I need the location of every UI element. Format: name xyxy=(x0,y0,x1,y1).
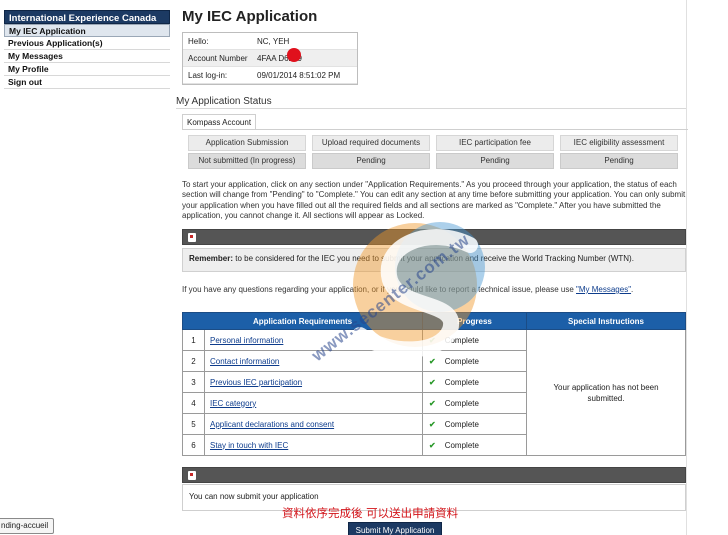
tab-underline xyxy=(182,129,688,130)
remember-header-bar xyxy=(182,229,686,245)
row-number: 5 xyxy=(182,413,205,435)
account-number-value: 4FAA D6249 xyxy=(257,53,302,63)
step-name: Upload required documents xyxy=(312,135,430,151)
redaction-dot xyxy=(287,48,301,62)
remember-notice: Remember: to be considered for the IEC y… xyxy=(182,248,686,272)
page-title: My IEC Application xyxy=(182,8,318,25)
last-login-label: Last log-in: xyxy=(188,70,228,80)
col-header-special: Special Instructions xyxy=(526,312,686,330)
instructions-text: To start your application, click on any … xyxy=(182,180,686,221)
checkmark-icon: ✔ xyxy=(429,440,436,450)
sidebar-item-sign-out[interactable]: Sign out xyxy=(4,76,170,89)
step-name: IEC participation fee xyxy=(436,135,554,151)
step-upload-documents: Upload required documents Pending xyxy=(312,135,430,169)
hello-row: Hello: NC, YEH xyxy=(183,33,357,50)
sidebar-item-previous-applications[interactable]: Previous Application(s) xyxy=(4,37,170,50)
hello-label: Hello: xyxy=(188,36,209,46)
progress-cell: ✔ Complete xyxy=(422,371,527,393)
flag-icon xyxy=(188,233,196,242)
requirement-link-previous-iec-participation[interactable]: Previous IEC participation xyxy=(210,378,302,387)
requirement-link-applicant-declarations[interactable]: Applicant declarations and consent xyxy=(210,420,334,429)
checkmark-icon: ✔ xyxy=(429,356,436,366)
last-login-value: 09/01/2014 8:51:02 PM xyxy=(257,70,341,80)
application-status-heading: My Application Status xyxy=(176,96,272,107)
checkmark-icon: ✔ xyxy=(429,398,436,408)
progress-status: Complete xyxy=(444,440,479,450)
col-header-requirements: Application Requirements xyxy=(182,312,423,330)
row-number: 2 xyxy=(182,350,205,372)
sidebar-nav: International Experience Canada My IEC A… xyxy=(4,10,170,89)
step-status: Not submitted (In progress) xyxy=(188,153,306,169)
checkmark-icon: ✔ xyxy=(429,377,436,387)
account-info-box: Hello: NC, YEH Account Number 4FAA D6249… xyxy=(182,32,358,85)
progress-cell: ✔ Complete xyxy=(422,329,527,351)
checkmark-icon: ✔ xyxy=(429,335,436,345)
row-number: 4 xyxy=(182,392,205,414)
account-number-label: Account Number xyxy=(188,53,248,63)
requirement-cell: Personal information xyxy=(204,329,423,351)
requirement-cell: Contact information xyxy=(204,350,423,372)
requirement-link-iec-category[interactable]: IEC category xyxy=(210,399,256,408)
section-divider xyxy=(176,108,686,109)
submit-header-bar xyxy=(182,467,686,483)
questions-text: If you have any questions regarding your… xyxy=(182,285,633,294)
progress-cell: ✔ Complete xyxy=(422,392,527,414)
step-status: Pending xyxy=(312,153,430,169)
progress-status: Complete xyxy=(444,377,479,387)
hello-value: NC, YEH xyxy=(257,36,290,46)
remember-text: to be considered for the IEC you need to… xyxy=(233,254,634,263)
progress-status: Complete xyxy=(444,356,479,366)
progress-status: Complete xyxy=(444,398,479,408)
special-instructions: Your application has not been submitted. xyxy=(526,329,686,456)
remember-label: Remember: xyxy=(189,254,234,263)
step-application-submission: Application Submission Not submitted (In… xyxy=(188,135,306,169)
col-header-progress: Progress xyxy=(422,312,527,330)
table-header-row: Application Requirements Progress Specia… xyxy=(182,312,686,330)
step-status: Pending xyxy=(560,153,678,169)
requirement-link-stay-in-touch[interactable]: Stay in touch with IEC xyxy=(210,441,288,450)
submit-application-button[interactable]: Submit My Application xyxy=(348,522,442,535)
main-content: My IEC Application Hello: NC, YEH Accoun… xyxy=(176,0,728,535)
tab-kompass-account[interactable]: Kompass Account xyxy=(182,114,257,129)
progress-cell: ✔ Complete xyxy=(422,350,527,372)
requirements-table: Application Requirements Progress Specia… xyxy=(182,312,686,456)
progress-status: Complete xyxy=(444,335,479,345)
progress-status: Complete xyxy=(444,419,479,429)
chinese-annotation: 資料依序完成後 可以送出申請資料 xyxy=(282,506,459,520)
step-name: IEC eligibility assessment xyxy=(560,135,678,151)
requirement-cell: Stay in touch with IEC xyxy=(204,434,423,456)
requirement-cell: Applicant declarations and consent xyxy=(204,413,423,435)
requirement-cell: Previous IEC participation xyxy=(204,371,423,393)
sidebar-item-my-iec-application[interactable]: My IEC Application xyxy=(4,24,170,37)
step-name: Application Submission xyxy=(188,135,306,151)
questions-body: If you have any questions regarding your… xyxy=(182,285,577,294)
sidebar-item-my-messages[interactable]: My Messages xyxy=(4,50,170,63)
last-login-row: Last log-in: 09/01/2014 8:51:02 PM xyxy=(183,67,357,84)
table-row: 1 Personal information ✔ Complete Your ap… xyxy=(182,329,686,456)
progress-cell: ✔ Complete xyxy=(422,434,527,456)
row-number: 3 xyxy=(182,371,205,393)
step-status: Pending xyxy=(436,153,554,169)
step-eligibility-assessment: IEC eligibility assessment Pending xyxy=(560,135,678,169)
account-number-row: Account Number 4FAA D6249 xyxy=(183,50,357,67)
row-number: 1 xyxy=(182,329,205,351)
row-number: 6 xyxy=(182,434,205,456)
checkmark-icon: ✔ xyxy=(429,419,436,429)
progress-cell: ✔ Complete xyxy=(422,413,527,435)
step-participation-fee: IEC participation fee Pending xyxy=(436,135,554,169)
browser-status-tooltip: nding-accueil xyxy=(0,518,54,534)
requirement-link-personal-information[interactable]: Personal information xyxy=(210,336,283,345)
requirement-link-contact-information[interactable]: Contact information xyxy=(210,357,279,366)
questions-end: . xyxy=(631,285,634,294)
flag-icon xyxy=(188,471,196,480)
my-messages-link[interactable]: "My Messages" xyxy=(576,285,631,294)
sidebar-title: International Experience Canada xyxy=(4,10,170,24)
sidebar-item-my-profile[interactable]: My Profile xyxy=(4,63,170,76)
status-steps: Application Submission Not submitted (In… xyxy=(188,135,680,169)
requirement-cell: IEC category xyxy=(204,392,423,414)
